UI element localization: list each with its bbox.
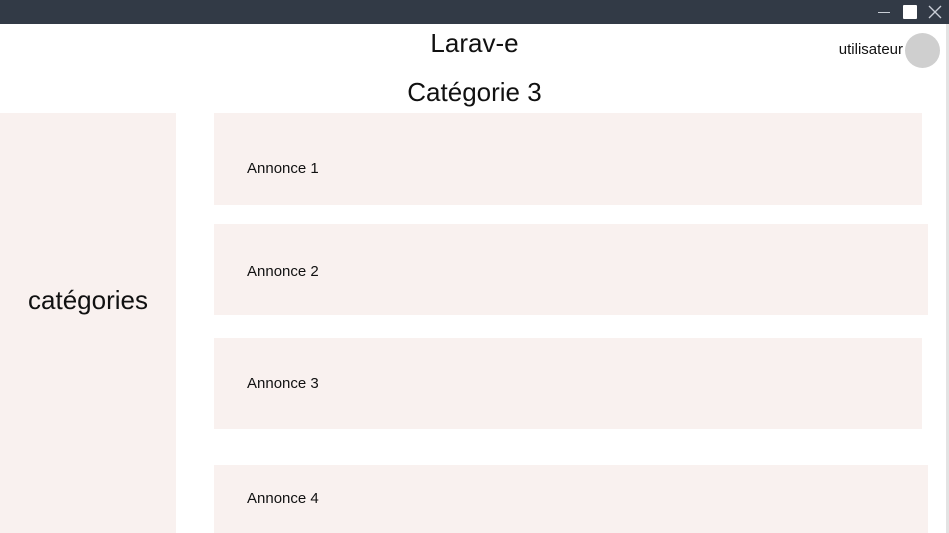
categories-sidebar[interactable]: catégories [0,113,176,533]
annonce-label: Annonce 4 [247,490,319,507]
page-title: Catégorie 3 [407,77,542,107]
annonce-label: Annonce 3 [247,375,319,392]
user-name-label[interactable]: utilisateur [800,40,903,60]
annonce-label: Annonce 2 [247,263,319,280]
minimize-icon [878,12,890,13]
annonce-card-4[interactable]: Annonce 4 [214,465,928,533]
close-button[interactable] [924,0,946,24]
close-icon [928,5,942,19]
user-avatar[interactable] [905,33,940,68]
annonce-label: Annonce 1 [247,160,319,177]
maximize-button[interactable] [899,0,921,24]
app-window: Larav-e utilisateur Catégorie 3 catégori… [0,0,949,533]
annonce-card-3[interactable]: Annonce 3 [214,338,922,429]
sidebar-label: catégories [28,285,148,315]
annonce-card-1[interactable]: Annonce 1 [214,113,922,205]
maximize-icon [903,5,917,19]
minimize-button[interactable] [873,0,895,24]
window-titlebar [0,0,949,24]
annonce-card-2[interactable]: Annonce 2 [214,224,928,315]
